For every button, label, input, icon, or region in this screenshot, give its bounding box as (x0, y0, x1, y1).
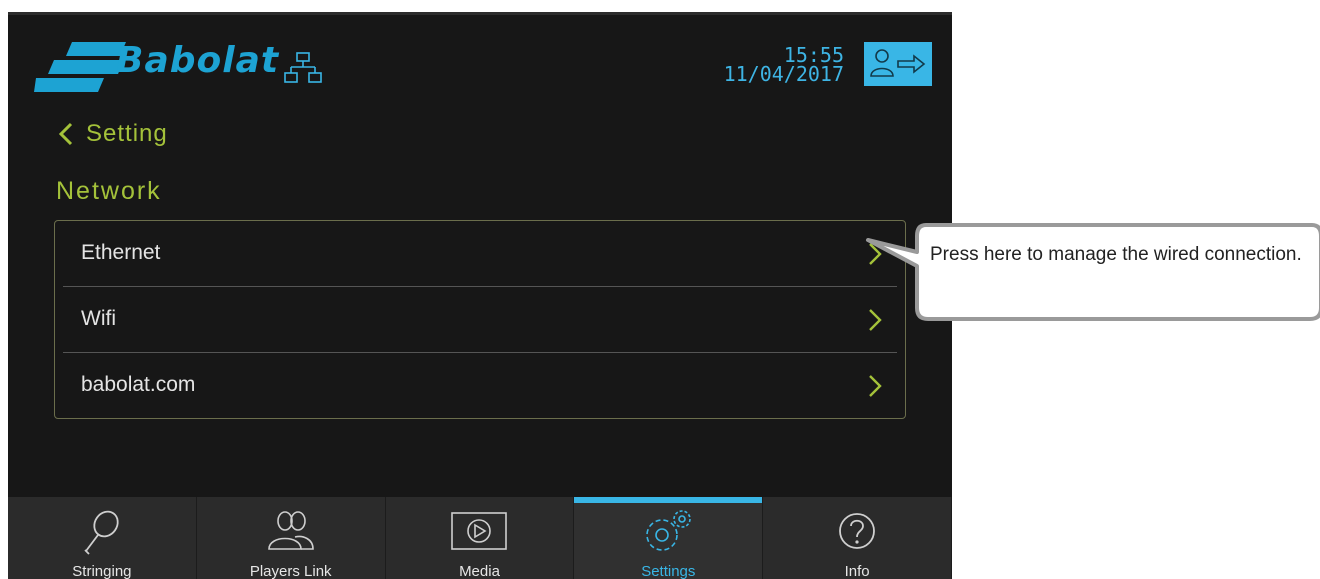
help-icon (839, 513, 875, 549)
callout-bubble (866, 223, 1320, 321)
network-icon (284, 52, 322, 83)
chevron-left-icon (58, 122, 73, 146)
tab-media[interactable]: Media (386, 497, 575, 579)
tab-label: Players Link (249, 563, 332, 579)
tab-label: Media (459, 563, 500, 579)
logout-button[interactable] (864, 42, 932, 86)
menu-item-babolat-com[interactable]: babolat.com (55, 353, 905, 419)
network-menu: Ethernet Wifi babolat.com (54, 220, 906, 419)
tab-label: Settings (641, 563, 696, 579)
menu-item-wifi[interactable]: Wifi (55, 287, 905, 353)
section-title: Network (56, 177, 162, 205)
tab-label: Info (844, 563, 870, 579)
bottom-tab-bar: Stringing Players Link Media Settings In… (8, 497, 952, 579)
top-edge (8, 12, 952, 15)
logout-icon (870, 49, 926, 77)
tab-stringing[interactable]: Stringing (8, 497, 197, 579)
device-screen: Babolat 15:55 11/04/2017 Setting Network… (8, 12, 952, 579)
callout-text: Press here to manage the wired connectio… (930, 244, 1302, 265)
tab-info[interactable]: Info (763, 497, 952, 579)
tab-settings[interactable]: Settings (574, 497, 764, 579)
tab-players-link[interactable]: Players Link (197, 497, 386, 579)
users-icon (267, 511, 314, 550)
tab-label: Stringing (72, 563, 132, 579)
play-icon (451, 512, 508, 550)
menu-item-label: Ethernet (81, 241, 161, 264)
back-button[interactable]: Setting (56, 119, 168, 149)
clock-date: 11/04/2017 (723, 62, 844, 86)
brand-name: Babolat (116, 40, 280, 81)
gears-icon (646, 510, 692, 551)
racket-icon (84, 510, 119, 555)
chevron-right-icon (869, 375, 882, 397)
menu-item-ethernet[interactable]: Ethernet (55, 221, 905, 287)
back-label: Setting (86, 120, 168, 147)
menu-item-label: Wifi (81, 307, 116, 330)
clock: 15:55 11/04/2017 (723, 45, 844, 86)
menu-item-label: babolat.com (81, 373, 196, 396)
